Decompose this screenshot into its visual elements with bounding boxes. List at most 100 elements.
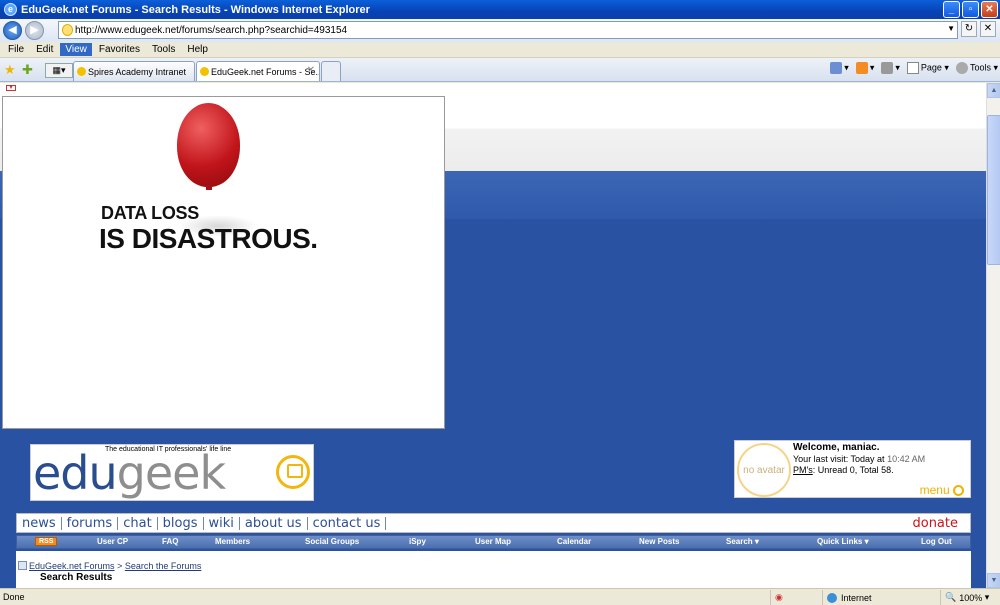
site-logo[interactable]: The educational IT professionals' life l… bbox=[30, 444, 314, 501]
new-tab-button[interactable] bbox=[321, 61, 341, 81]
nav-chat[interactable]: chat bbox=[118, 516, 158, 530]
breadcrumb-parent-link[interactable]: Search the Forums bbox=[125, 561, 202, 571]
scroll-thumb[interactable] bbox=[987, 115, 1000, 265]
tab-favicon-icon bbox=[200, 67, 209, 76]
balloon-knot bbox=[206, 185, 212, 190]
link-quick-links[interactable]: Quick Links ▾ bbox=[817, 537, 869, 546]
nav-blogs[interactable]: blogs bbox=[158, 516, 204, 530]
last-visit: Your last visit: Today at 10:42 AM bbox=[793, 454, 925, 464]
breadcrumb-home-link[interactable]: EduGeek.net Forums bbox=[29, 561, 115, 571]
avatar[interactable]: no avatar bbox=[737, 443, 791, 497]
favorites-star-icon[interactable]: ★ bbox=[4, 62, 16, 78]
minimize-button[interactable]: _ bbox=[943, 1, 960, 18]
page-title: Search Results bbox=[40, 572, 113, 583]
status-bar: Done ◉ Internet 🔍 100% ▾ bbox=[0, 588, 1000, 605]
nav-forums[interactable]: forums bbox=[62, 516, 119, 530]
status-text: Done bbox=[3, 592, 25, 602]
link-user-map[interactable]: User Map bbox=[475, 537, 511, 546]
address-url: http://www.edugeek.net/forums/search.php… bbox=[75, 24, 348, 36]
nav-contact-us[interactable]: contact us bbox=[308, 516, 387, 530]
link-ispy[interactable]: iSpy bbox=[409, 537, 426, 546]
add-favorites-icon[interactable]: ✚ bbox=[22, 62, 33, 78]
vertical-scrollbar[interactable]: ▲ ▼ bbox=[986, 83, 1000, 588]
menu-favorites[interactable]: Favorites bbox=[94, 43, 145, 56]
main-nav: news forums chat blogs wiki about us con… bbox=[16, 513, 971, 533]
private-messages: PM's: Unread 0, Total 58. bbox=[793, 465, 894, 475]
zone-label: Internet bbox=[841, 592, 872, 603]
balloon-image bbox=[177, 103, 240, 187]
link-social-groups[interactable]: Social Groups bbox=[305, 537, 359, 546]
zoom-control[interactable]: 🔍 100% ▾ bbox=[940, 590, 1000, 605]
logo-part-edu: edu bbox=[33, 446, 118, 500]
rss-button[interactable]: RSS bbox=[35, 537, 58, 546]
forum-home-icon[interactable] bbox=[18, 561, 27, 570]
ie-logo-icon: e bbox=[4, 3, 17, 16]
address-dropdown-icon[interactable]: ▼ bbox=[947, 24, 955, 33]
privacy-icon[interactable]: ◉ bbox=[775, 592, 783, 603]
page-menu-button[interactable]: Page ▾ bbox=[906, 62, 949, 74]
tab-spires[interactable]: Spires Academy Intranet bbox=[73, 61, 195, 81]
advertisement[interactable]: DATA LOSS IS DISASTROUS. bbox=[2, 96, 445, 429]
refresh-icon[interactable]: ↻ bbox=[961, 21, 977, 37]
title-bar: e EduGeek.net Forums - Search Results - … bbox=[0, 0, 1000, 19]
ad-line-2: IS DISASTROUS. bbox=[99, 223, 318, 254]
feeds-button[interactable]: ▾ bbox=[855, 62, 874, 74]
nav-about-us[interactable]: about us bbox=[240, 516, 308, 530]
stop-icon[interactable]: ✕ bbox=[980, 21, 996, 37]
maximize-button[interactable]: ▫ bbox=[962, 1, 979, 18]
link-user-cp[interactable]: User CP bbox=[97, 537, 128, 546]
link-members[interactable]: Members bbox=[215, 537, 250, 546]
menu-file[interactable]: File bbox=[3, 43, 29, 56]
link-calendar[interactable]: Calendar bbox=[557, 537, 591, 546]
link-faq[interactable]: FAQ bbox=[162, 537, 178, 546]
pms-count: : Unread 0, Total 58. bbox=[812, 465, 894, 475]
security-zone: Internet bbox=[822, 590, 940, 605]
address-bar[interactable]: http://www.edugeek.net/forums/search.php… bbox=[58, 21, 958, 39]
page-viewport: ▾ DATA LOSS IS DISASTROUS. The education… bbox=[0, 83, 986, 588]
menu-help[interactable]: Help bbox=[182, 43, 213, 56]
rss-icon bbox=[855, 62, 868, 74]
menu-edit[interactable]: Edit bbox=[31, 43, 58, 56]
tools-menu-button[interactable]: Tools ▾ bbox=[955, 62, 998, 74]
page-icon bbox=[906, 62, 919, 74]
logo-wordmark: edugeek bbox=[33, 446, 226, 500]
link-log-out[interactable]: Log Out bbox=[921, 537, 952, 546]
nav-wiki[interactable]: wiki bbox=[204, 516, 240, 530]
page-menu-label: Page bbox=[920, 62, 942, 73]
tab-row: ★ ✚ ▦▾ Spires Academy Intranet EduGeek.n… bbox=[0, 58, 1000, 82]
print-button[interactable]: ▾ bbox=[881, 62, 900, 74]
donate-link[interactable]: donate bbox=[912, 516, 958, 531]
menu-emblem-icon bbox=[953, 485, 964, 497]
tools-menu-label: Tools bbox=[969, 62, 991, 73]
window-title: EduGeek.net Forums - Search Results - Wi… bbox=[21, 3, 370, 16]
tab-edugeek[interactable]: EduGeek.net Forums - Se... ✕ bbox=[196, 61, 320, 81]
page-icon bbox=[62, 24, 73, 36]
tab-label: Spires Academy Intranet bbox=[88, 66, 187, 77]
address-row: ◀ ▶ http://www.edugeek.net/forums/search… bbox=[0, 19, 1000, 42]
close-button[interactable]: ✕ bbox=[981, 1, 998, 18]
back-button[interactable]: ◀ bbox=[3, 21, 22, 40]
home-icon bbox=[830, 62, 843, 74]
forward-button[interactable]: ▶ bbox=[25, 21, 44, 40]
zoom-label: 100% bbox=[959, 592, 983, 603]
quick-tabs-icon[interactable]: ▦▾ bbox=[45, 63, 73, 78]
tab-favicon-icon bbox=[77, 67, 86, 76]
pms-link[interactable]: PM's bbox=[793, 465, 813, 475]
user-menu-label: menu bbox=[919, 483, 950, 497]
link-search[interactable]: Search ▾ bbox=[726, 537, 759, 546]
avatar-text: no avatar bbox=[743, 464, 785, 476]
scroll-down-button[interactable]: ▼ bbox=[987, 573, 1000, 588]
scroll-up-button[interactable]: ▲ bbox=[987, 83, 1000, 98]
broken-image-icon: ▾ bbox=[6, 85, 16, 91]
welcome-box: no avatar Welcome, maniac. Your last vis… bbox=[734, 440, 971, 498]
home-button[interactable]: ▾ bbox=[830, 62, 849, 74]
menu-bar: File Edit View Favorites Tools Help bbox=[0, 42, 1000, 58]
gear-icon bbox=[955, 62, 968, 74]
user-menu-button[interactable]: menu bbox=[920, 483, 964, 497]
tab-close-icon[interactable]: ✕ bbox=[307, 65, 315, 76]
link-new-posts[interactable]: New Posts bbox=[639, 537, 679, 546]
breadcrumb-separator: > bbox=[117, 561, 123, 571]
menu-view[interactable]: View bbox=[60, 43, 92, 56]
menu-tools[interactable]: Tools bbox=[147, 43, 180, 56]
nav-news[interactable]: news bbox=[17, 516, 62, 530]
